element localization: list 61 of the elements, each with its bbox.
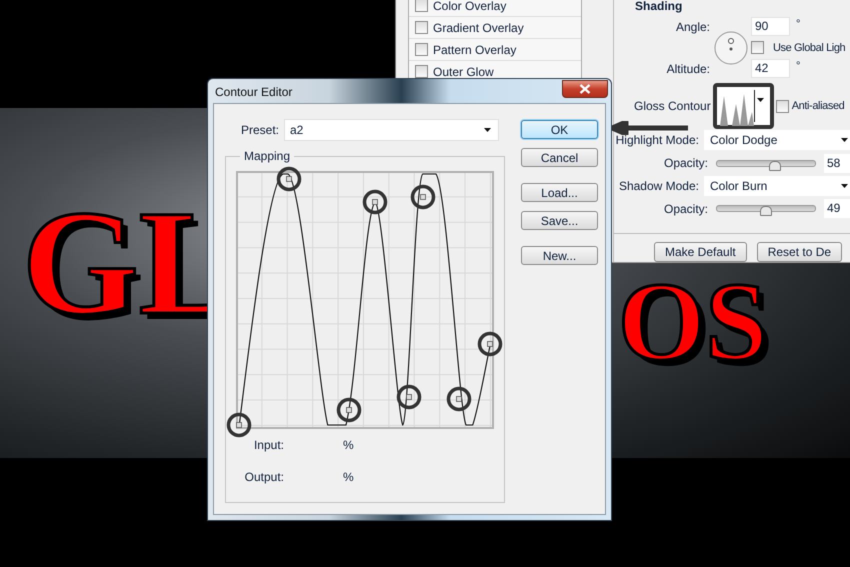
caret-icon (484, 128, 491, 132)
checkbox[interactable] (415, 0, 428, 12)
checkbox[interactable] (415, 43, 428, 56)
checkbox[interactable] (751, 41, 764, 54)
field-label: Angle: (674, 20, 711, 34)
contour-thumbnail[interactable] (712, 83, 774, 129)
control-point-marker[interactable] (396, 384, 422, 410)
window-title: Contour Editor (215, 85, 292, 99)
close-icon (579, 84, 591, 94)
control-point-marker[interactable] (410, 184, 436, 210)
angle-field[interactable]: 90 (751, 17, 790, 36)
control-point-marker[interactable] (362, 190, 388, 214)
slider-thumb[interactable] (768, 160, 781, 171)
highlight-mode-select[interactable]: Color Dodge (704, 130, 850, 150)
slider-thumb[interactable] (760, 206, 772, 216)
control-point-marker[interactable] (336, 398, 362, 422)
opacity-field[interactable]: 58 (824, 154, 850, 173)
dialog-button[interactable]: Save... (521, 211, 598, 230)
percent-unit: % (343, 470, 354, 484)
checkbox[interactable] (776, 100, 789, 112)
effect-label[interactable]: Gradient Overlay (433, 20, 524, 34)
control-point-marker[interactable] (478, 332, 502, 356)
effect-label[interactable]: Outer Glow (433, 64, 494, 78)
field-label: Gloss Contour (634, 99, 711, 113)
artwork-text: OS (618, 266, 768, 378)
caret-icon (841, 138, 848, 142)
preset-select[interactable]: a2 (284, 119, 499, 141)
field-label: Opacity: (662, 156, 709, 170)
dialog-button[interactable]: OK (521, 120, 598, 139)
dialog-button[interactable]: Make Default (654, 242, 747, 262)
degree-unit: ° (796, 18, 800, 30)
angle-dial[interactable] (714, 30, 748, 64)
group-title: Mapping (240, 149, 294, 163)
field-label: Highlight Mode: (614, 133, 700, 148)
close-button[interactable] (562, 80, 608, 98)
field-label: Preset: (240, 123, 280, 137)
checkbox-label[interactable]: Use Global Ligh (773, 42, 846, 54)
checkbox[interactable] (415, 65, 428, 78)
dialog-button[interactable]: Reset to De (756, 242, 842, 262)
control-point-marker[interactable] (446, 386, 472, 412)
degree-unit: ° (796, 60, 800, 72)
caret-icon (757, 98, 764, 102)
caret-icon (841, 184, 848, 188)
shadow-mode-select[interactable]: Color Burn (704, 176, 850, 196)
field-label: Opacity: (662, 202, 709, 216)
dialog-button[interactable]: Load... (521, 183, 598, 202)
opacity-field[interactable]: 49 (824, 199, 850, 218)
field-label: Altitude: (666, 62, 711, 76)
field-label: Shadow Mode: (618, 178, 700, 193)
field-label: Output: (244, 470, 284, 484)
percent-unit: % (343, 438, 354, 452)
checkbox[interactable] (415, 21, 428, 34)
dialog-button[interactable]: Cancel (521, 148, 598, 167)
control-point-marker[interactable] (226, 412, 252, 438)
control-point-marker[interactable] (276, 166, 302, 192)
dialog-button[interactable]: New... (521, 246, 598, 265)
altitude-field[interactable]: 42 (751, 59, 790, 78)
checkbox-label[interactable]: Anti-aliased (792, 100, 844, 112)
effect-label[interactable]: Color Overlay (433, 0, 506, 12)
effect-label[interactable]: Pattern Overlay (433, 42, 516, 56)
field-label: Input: (252, 438, 284, 452)
